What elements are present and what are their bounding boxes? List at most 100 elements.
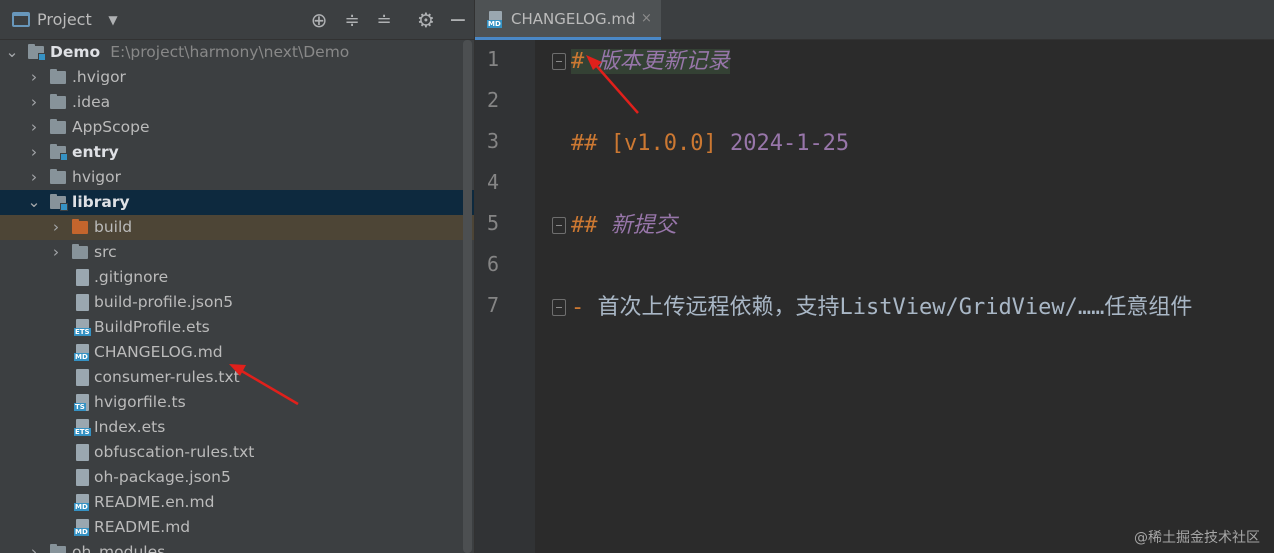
text-file-icon xyxy=(76,369,89,386)
module-folder-icon xyxy=(50,144,68,161)
tree-item-index-ets[interactable]: ETS Index.ets xyxy=(0,415,474,440)
chevron-right-icon[interactable]: › xyxy=(27,540,41,553)
heading-marker: ## xyxy=(571,213,598,238)
watermark: @稀土掘金技术社区 xyxy=(1134,530,1260,546)
tree-item-changelog[interactable]: MD CHANGELOG.md xyxy=(0,340,474,365)
editor-tab-bar: MD CHANGELOG.md × xyxy=(475,0,1274,40)
tree-item-oh-package[interactable]: oh-package.json5 xyxy=(0,465,474,490)
chevron-right-icon[interactable]: › xyxy=(27,65,41,90)
chevron-right-icon[interactable]: › xyxy=(27,140,41,165)
project-view-icon xyxy=(12,12,30,27)
collapse-all-icon[interactable]: ≐ xyxy=(374,0,394,40)
tree-item-label: .gitignore xyxy=(94,268,169,286)
list-item-text: 首次上传远程依赖，支持ListView/GridView/……任意组件 xyxy=(597,295,1193,320)
folder-icon xyxy=(50,69,66,84)
tree-item-label: BuildProfile.ets xyxy=(94,318,210,336)
tree-item-hvigorfile[interactable]: TS hvigorfile.ts xyxy=(0,390,474,415)
list-marker: - xyxy=(571,295,585,320)
line-number: 5 xyxy=(486,211,499,235)
tree-item-hvigor[interactable]: › hvigor xyxy=(0,165,474,190)
tree-item-label: hvigorfile.ts xyxy=(94,393,186,411)
version-link: [v1.0.0] xyxy=(610,131,717,156)
tree-item-build[interactable]: › build xyxy=(0,215,474,240)
tree-item-gitignore[interactable]: .gitignore xyxy=(0,265,474,290)
expand-all-icon[interactable]: ≑ xyxy=(342,0,362,40)
tree-item-build-profile[interactable]: build-profile.json5 xyxy=(0,290,474,315)
folder-icon xyxy=(50,94,66,109)
fold-icon[interactable] xyxy=(552,299,566,316)
tree-item-label: CHANGELOG.md xyxy=(94,343,223,361)
tree-item-consumer-rules[interactable]: consumer-rules.txt xyxy=(0,365,474,390)
tree-item-readme-en[interactable]: MD README.en.md xyxy=(0,490,474,515)
tree-item-appscope[interactable]: › AppScope xyxy=(0,115,474,140)
tree-item-label: AppScope xyxy=(72,118,150,136)
tab-changelog[interactable]: MD CHANGELOG.md × xyxy=(475,0,661,40)
project-title[interactable]: Project xyxy=(37,0,92,40)
tree-item-src[interactable]: › src xyxy=(0,240,474,265)
fold-icon[interactable] xyxy=(552,53,566,70)
tree-item-readme[interactable]: MD README.md xyxy=(0,515,474,540)
tree-item-label: library xyxy=(72,193,130,211)
gitignore-file-icon xyxy=(76,269,89,286)
tree-item-idea[interactable]: › .idea xyxy=(0,90,474,115)
chevron-right-icon[interactable]: › xyxy=(49,215,63,240)
line-number: 1 xyxy=(486,47,499,71)
tree-item-label: oh-package.json5 xyxy=(94,468,231,486)
line-number-gutter: 1 2 3 4 5 6 7 xyxy=(475,40,535,553)
tree-item-buildprofile-ets[interactable]: ETS BuildProfile.ets xyxy=(0,315,474,340)
project-panel: Project ▼ ⊕ ≑ ≐ ⚙ − ⌄ Demo E:\project\har… xyxy=(0,0,474,553)
chevron-right-icon[interactable]: › xyxy=(27,90,41,115)
folder-icon xyxy=(50,119,66,134)
chevron-right-icon[interactable]: › xyxy=(27,115,41,140)
tree-item-label: .hvigor xyxy=(72,68,126,86)
chevron-right-icon[interactable]: › xyxy=(27,165,41,190)
fold-icon[interactable] xyxy=(552,217,566,234)
tree-item-entry[interactable]: › entry xyxy=(0,140,474,165)
locate-icon[interactable]: ⊕ xyxy=(308,0,330,40)
gear-icon[interactable]: ⚙ xyxy=(415,0,437,40)
tree-item-label: src xyxy=(94,243,117,261)
tree-item-library[interactable]: ⌄ library xyxy=(0,190,474,215)
code-line-5[interactable]: ## 新提交 xyxy=(571,209,677,243)
ets-file-icon: ETS xyxy=(74,319,91,336)
text-file-icon xyxy=(76,444,89,461)
chevron-down-icon[interactable]: ⌄ xyxy=(27,190,41,215)
line-number: 2 xyxy=(486,88,499,112)
line-number: 6 xyxy=(486,252,499,276)
line-number: 3 xyxy=(486,129,499,153)
code-line-1[interactable]: # 版本更新记录 xyxy=(571,45,730,79)
heading-text: 版本更新记录 xyxy=(597,49,730,74)
heading-text: 新提交 xyxy=(610,213,677,238)
tree-item-label: obfuscation-rules.txt xyxy=(94,443,255,461)
tree-item-label: Index.ets xyxy=(94,418,166,436)
tree-item-label: Demo xyxy=(50,43,101,61)
project-scrollbar[interactable] xyxy=(463,40,472,553)
tree-item-label: consumer-rules.txt xyxy=(94,368,240,386)
json-file-icon xyxy=(76,469,89,486)
folder-icon xyxy=(50,544,66,553)
markdown-file-icon: MD xyxy=(487,11,502,28)
project-toolbar: Project ▼ ⊕ ≑ ≐ ⚙ − xyxy=(0,0,474,40)
tree-item-label: build xyxy=(94,218,133,236)
project-path: E:\project\harmony\next\Demo xyxy=(110,43,350,61)
module-folder-icon xyxy=(50,194,68,211)
close-icon[interactable]: × xyxy=(641,0,652,38)
code-line-3[interactable]: ## [v1.0.0] 2024-1-25 xyxy=(571,127,849,161)
chevron-right-icon[interactable]: › xyxy=(49,240,63,265)
tree-item-obfuscation-rules[interactable]: obfuscation-rules.txt xyxy=(0,440,474,465)
ets-file-icon: ETS xyxy=(74,419,91,436)
module-folder-icon xyxy=(28,44,46,61)
minimize-icon[interactable]: − xyxy=(448,0,468,40)
code-line-7[interactable]: - 首次上传远程依赖，支持ListView/GridView/……任意组件 xyxy=(571,291,1192,325)
markdown-file-icon: MD xyxy=(74,344,89,361)
editor-pane: MD CHANGELOG.md × 1 2 3 4 5 6 7 # 版本更新记录… xyxy=(475,0,1274,553)
tree-item-hvigor-hidden[interactable]: › .hvigor xyxy=(0,65,474,90)
json-file-icon xyxy=(76,294,89,311)
tree-item-label: README.md xyxy=(94,518,191,536)
chevron-down-icon[interactable]: ⌄ xyxy=(5,40,19,65)
tree-item-label: build-profile.json5 xyxy=(94,293,234,311)
chevron-down-icon[interactable]: ▼ xyxy=(104,0,122,40)
tree-item-label: README.en.md xyxy=(94,493,215,511)
tree-item-demo[interactable]: ⌄ Demo E:\project\harmony\next\Demo xyxy=(0,40,474,65)
tree-item-oh-modules[interactable]: › oh_modules xyxy=(0,540,474,553)
